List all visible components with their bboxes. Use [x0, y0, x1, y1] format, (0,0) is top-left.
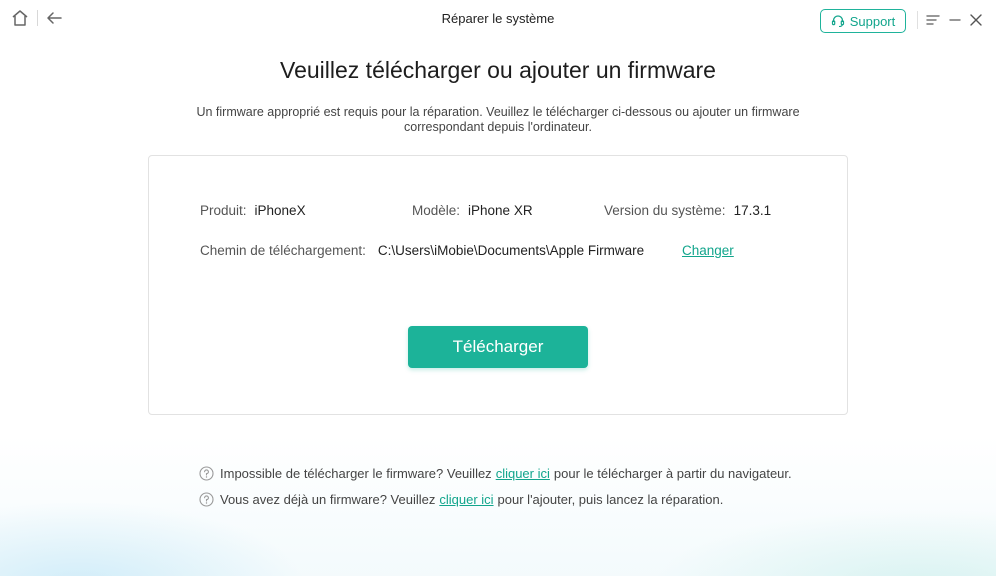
minimize-icon [949, 19, 961, 21]
help-text-1-after: pour le télécharger à partir du navigate… [553, 466, 792, 481]
headset-icon [831, 15, 844, 28]
help-line-browser-download: Impossible de télécharger le firmware? V… [199, 466, 792, 481]
close-button[interactable] [966, 9, 986, 31]
close-icon [970, 14, 982, 26]
version-row: Version du système: 17.3.1 [604, 203, 771, 218]
description-line-2: correspondant depuis l'ordinateur. [404, 120, 592, 134]
download-path-label: Chemin de téléchargement: [200, 243, 366, 258]
menu-icon [926, 15, 940, 25]
menu-button[interactable] [923, 9, 943, 31]
model-value: iPhone XR [468, 203, 533, 218]
download-path-value: C:\Users\iMobie\Documents\Apple Firmware [377, 243, 645, 258]
add-firmware-link[interactable]: cliquer ici [439, 492, 493, 507]
titlebar-divider-right [917, 11, 918, 29]
help-text-1-before: Impossible de télécharger le firmware? V… [220, 466, 492, 481]
change-path-link[interactable]: Changer [682, 243, 734, 258]
description-line-1: Un firmware approprié est requis pour la… [196, 105, 800, 119]
download-path-row: Chemin de téléchargement: C:\Users\iMobie… [200, 243, 644, 258]
model-row: Modèle: iPhone XR [412, 203, 533, 218]
question-circle-icon [199, 492, 214, 507]
product-label: Produit: [200, 203, 247, 218]
product-row: Produit: iPhoneX [200, 203, 306, 218]
download-button[interactable]: Télécharger [408, 326, 588, 368]
minimize-button[interactable] [945, 9, 965, 31]
help-text-2-before: Vous avez déjà un firmware? Veuillez [220, 492, 436, 507]
browser-download-link[interactable]: cliquer ici [496, 466, 550, 481]
page-description: Un firmware approprié est requis pour la… [170, 105, 826, 135]
support-label: Support [849, 13, 896, 29]
help-line-add-firmware: Vous avez déjà un firmware? Veuillez cli… [199, 492, 723, 507]
version-value: 17.3.1 [733, 203, 772, 218]
support-button[interactable]: Support [820, 9, 906, 33]
firmware-info-card: Produit: iPhoneX Modèle: iPhone XR Version… [148, 155, 848, 415]
title-bar: Réparer le système Support [0, 0, 996, 38]
question-circle-icon [199, 466, 214, 481]
product-value: iPhoneX [254, 203, 306, 218]
page-title: Veuillez télécharger ou ajouter un firmw… [280, 57, 716, 83]
version-label: Version du système: [604, 203, 726, 218]
help-text-2-after: pour l'ajouter, puis lancez la réparatio… [497, 492, 724, 507]
model-label: Modèle: [412, 203, 461, 218]
